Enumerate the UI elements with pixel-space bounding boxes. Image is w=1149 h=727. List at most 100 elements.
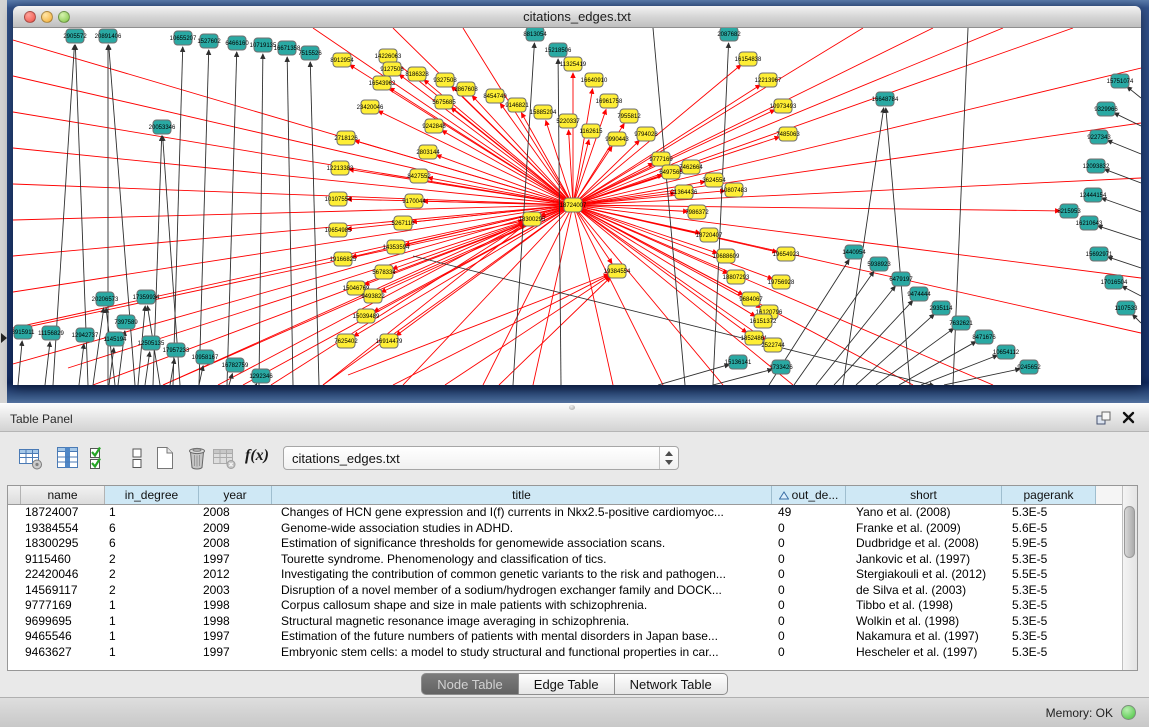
graph-edge[interactable] <box>573 140 589 205</box>
table-scrollbar-thumb[interactable] <box>1124 506 1135 558</box>
new-table-icon[interactable] <box>152 445 178 471</box>
graph-node-9227343[interactable]: 9227343 <box>1087 130 1111 144</box>
graph-edge[interactable] <box>573 205 777 252</box>
graph-edge[interactable] <box>921 355 998 385</box>
graph-node-16961758[interactable]: 16961758 <box>596 94 623 108</box>
table-options-icon[interactable] <box>18 445 44 471</box>
graph-edge[interactable] <box>145 352 150 385</box>
graph-node-16543962[interactable]: 16543962 <box>369 76 396 90</box>
graph-node-5220337[interactable]: 5220337 <box>556 114 580 128</box>
graph-edge[interactable] <box>1108 257 1141 268</box>
graph-node-3624554[interactable]: 3624554 <box>702 173 726 187</box>
graph-node-7986372[interactable]: 7986372 <box>685 205 709 219</box>
graph-node-2087682[interactable]: 2087682 <box>717 28 741 41</box>
graph-edge[interactable] <box>13 112 573 205</box>
graph-node-10688609[interactable]: 10688609 <box>713 249 740 263</box>
graph-node-19756928[interactable]: 19756928 <box>768 275 795 289</box>
graph-node-7955812[interactable]: 7955812 <box>617 109 641 123</box>
graph-node-8813054[interactable]: 8813054 <box>523 28 547 41</box>
graph-edge[interactable] <box>13 184 573 205</box>
row-height-icon[interactable] <box>124 445 150 471</box>
graph-edge[interactable] <box>393 275 609 385</box>
graph-edge[interactable] <box>18 341 22 385</box>
graph-node-15751074[interactable]: 15751074 <box>1107 74 1134 88</box>
graph-node-2935114[interactable]: 2935114 <box>930 301 954 315</box>
table-row[interactable]: 1830029562008Estimation of significance … <box>8 536 1122 552</box>
graph-node-1733426[interactable]: 1733426 <box>769 360 793 374</box>
graph-edge[interactable] <box>713 369 772 385</box>
graph-node-7625402[interactable]: 7625402 <box>334 334 358 348</box>
collapse-handle-icon[interactable] <box>1 333 7 343</box>
table-row[interactable]: 911546021997Tourette syndrome. Phenomeno… <box>8 552 1122 568</box>
graph-edge[interactable] <box>953 28 968 385</box>
table-row[interactable]: 1938455462009Genome-wide association stu… <box>8 521 1122 537</box>
column-header-year[interactable]: year <box>199 486 272 504</box>
network-window-titlebar[interactable]: citations_edges.txt <box>13 6 1141 28</box>
graph-node-9127508[interactable]: 9127508 <box>380 62 404 76</box>
graph-node-8912954[interactable]: 8912954 <box>330 53 354 67</box>
graph-node-8471676[interactable]: 8471676 <box>972 330 996 344</box>
graph-node-9242848[interactable]: 9242848 <box>422 119 446 133</box>
graph-node-1440954[interactable]: 1440954 <box>842 245 866 259</box>
graph-edge[interactable] <box>558 59 561 385</box>
graph-node-6479197[interactable]: 6479197 <box>889 272 913 286</box>
graph-edge[interactable] <box>403 205 573 385</box>
graph-node-12444154[interactable]: 12444154 <box>1080 188 1107 202</box>
graph-node-9146821[interactable]: 9146821 <box>505 98 529 112</box>
graph-node-8427552[interactable]: 8427552 <box>407 169 431 183</box>
graph-node-2803144[interactable]: 2803144 <box>416 145 440 159</box>
graph-node-12213967[interactable]: 12213967 <box>755 73 782 87</box>
divider-grip[interactable] <box>569 405 575 410</box>
graph-node-3915911[interactable]: 3915911 <box>13 325 35 339</box>
column-header-in_degree[interactable]: in_degree <box>105 486 199 504</box>
graph-edge[interactable] <box>1114 113 1141 126</box>
graph-edge[interactable] <box>533 205 573 385</box>
table-scrollbar[interactable] <box>1122 486 1137 670</box>
graph-node-5678334[interactable]: 5678334 <box>372 265 396 279</box>
graph-edge[interactable] <box>13 148 573 205</box>
graph-edge[interactable] <box>499 277 611 385</box>
graph-node-7397589[interactable]: 7397589 <box>114 315 138 329</box>
graph-edge[interactable] <box>573 28 1073 205</box>
graph-edge[interactable] <box>1101 198 1141 212</box>
graph-edge[interactable] <box>1098 226 1141 240</box>
graph-node-8454749[interactable]: 8454749 <box>483 89 507 103</box>
graph-node-18807293[interactable]: 18807293 <box>723 270 750 284</box>
network-canvas[interactable]: 1872400718300295193845548912954142260639… <box>13 28 1141 385</box>
graph-edge[interactable] <box>256 384 257 385</box>
graph-node-15136141[interactable]: 15136141 <box>725 355 752 369</box>
network-graph[interactable]: 1872400718300295193845548912954142260639… <box>13 28 1141 385</box>
graph-edge[interactable] <box>1127 87 1141 98</box>
graph-node-10654112[interactable]: 10654112 <box>993 345 1020 359</box>
graph-node-11156829[interactable]: 11156829 <box>38 326 64 340</box>
tab-node-table[interactable]: Node Table <box>421 673 519 695</box>
table-row[interactable]: 977716911998Corpus callosum shape and si… <box>8 598 1122 614</box>
graph-node-5675685[interactable]: 5675685 <box>432 95 456 109</box>
graph-node-16671358[interactable]: 16671358 <box>274 41 301 55</box>
table-select-combo[interactable]: citations_edges.txt <box>283 446 679 470</box>
graph-node-19384554[interactable]: 19384554 <box>604 264 631 278</box>
graph-edge[interactable] <box>13 205 573 364</box>
graph-node-19654923[interactable]: 19654923 <box>773 247 800 261</box>
graph-node-2718126[interactable]: 2718126 <box>334 131 358 145</box>
graph-edge[interactable] <box>45 342 50 385</box>
tab-edge-table[interactable]: Edge Table <box>519 673 615 695</box>
graph-edge[interactable] <box>573 205 1060 211</box>
graph-edge[interactable] <box>658 364 729 385</box>
graph-node-10655207[interactable]: 10655207 <box>170 31 197 45</box>
tab-network-table[interactable]: Network Table <box>615 673 728 695</box>
graph-node-14226063[interactable]: 14226063 <box>375 49 402 63</box>
column-header-short[interactable]: short <box>846 486 1002 504</box>
graph-node-2905572[interactable]: 2905572 <box>63 29 87 43</box>
graph-node-6466160[interactable]: 6466160 <box>225 36 249 50</box>
graph-edge[interactable] <box>1122 286 1141 296</box>
table-row[interactable]: 1872400712008Changes of HCN gene express… <box>8 505 1122 521</box>
graph-node-9329966[interactable]: 9329966 <box>1094 102 1118 116</box>
graph-node-15692971[interactable]: 15692971 <box>1086 247 1113 261</box>
delete-table-icon[interactable] <box>184 445 210 471</box>
graph-edge[interactable] <box>573 89 593 205</box>
graph-node-1527602[interactable]: 1527602 <box>197 34 221 48</box>
graph-node-12213383[interactable]: 12213383 <box>327 161 354 175</box>
graph-node-1292346[interactable]: 1292346 <box>249 369 273 383</box>
graph-node-9794028[interactable]: 9794028 <box>634 127 658 141</box>
